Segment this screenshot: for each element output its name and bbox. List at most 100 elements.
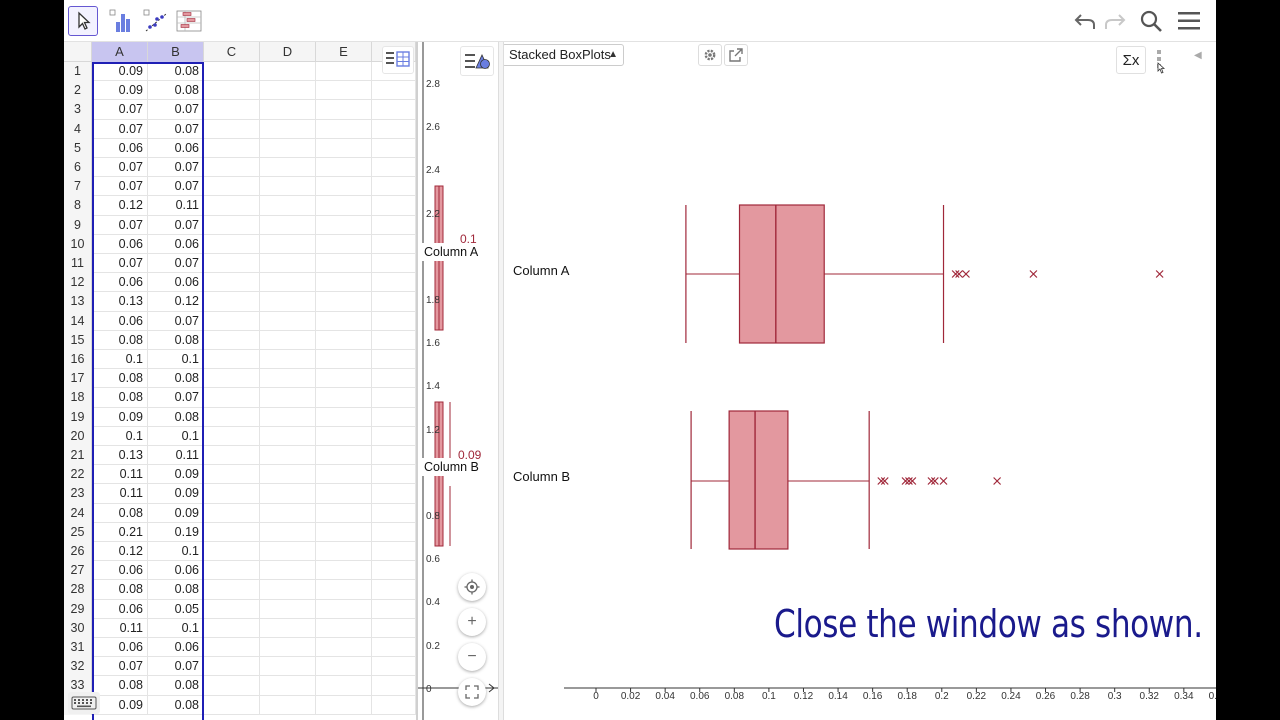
row-number[interactable]: 3 xyxy=(64,100,92,120)
row-number[interactable]: 24 xyxy=(64,503,92,523)
row-number[interactable]: 23 xyxy=(64,484,92,504)
empty-cell[interactable] xyxy=(260,177,316,197)
empty-cell[interactable] xyxy=(260,426,316,446)
empty-cell[interactable] xyxy=(204,330,260,350)
cell-a[interactable]: 0.08 xyxy=(92,369,148,389)
cell-a[interactable]: 0.07 xyxy=(92,215,148,235)
empty-cell[interactable] xyxy=(316,522,372,542)
empty-cell[interactable] xyxy=(316,446,372,466)
cell-a[interactable]: 0.08 xyxy=(92,330,148,350)
empty-cell[interactable] xyxy=(316,196,372,216)
empty-cell[interactable] xyxy=(204,446,260,466)
empty-cell[interactable] xyxy=(204,100,260,120)
empty-cell[interactable] xyxy=(204,695,260,715)
empty-cell[interactable] xyxy=(260,138,316,158)
empty-cell[interactable] xyxy=(204,215,260,235)
empty-cell[interactable] xyxy=(204,62,260,82)
empty-cell[interactable] xyxy=(260,618,316,638)
cell-b[interactable]: 0.07 xyxy=(148,215,204,235)
empty-cell[interactable] xyxy=(204,542,260,562)
empty-cell[interactable] xyxy=(204,254,260,274)
cell-b[interactable]: 0.08 xyxy=(148,330,204,350)
empty-cell[interactable] xyxy=(316,100,372,120)
empty-cell[interactable] xyxy=(260,522,316,542)
row-number[interactable]: 7 xyxy=(64,177,92,197)
empty-cell[interactable] xyxy=(372,426,416,446)
row-number[interactable]: 19 xyxy=(64,407,92,427)
row-number[interactable]: 31 xyxy=(64,638,92,658)
cell-a[interactable]: 0.11 xyxy=(92,465,148,485)
cell-a[interactable]: 0.11 xyxy=(92,618,148,638)
zoom-out-button[interactable]: − xyxy=(458,643,486,671)
empty-cell[interactable] xyxy=(372,350,416,370)
cell-b[interactable]: 0.07 xyxy=(148,119,204,139)
plot-settings-button[interactable] xyxy=(698,44,722,66)
empty-cell[interactable] xyxy=(260,119,316,139)
empty-cell[interactable] xyxy=(316,561,372,581)
row-number[interactable]: 21 xyxy=(64,446,92,466)
empty-cell[interactable] xyxy=(372,599,416,619)
cell-b[interactable]: 0.07 xyxy=(148,657,204,677)
spreadsheet-style-bar-button[interactable] xyxy=(382,46,414,74)
empty-cell[interactable] xyxy=(372,484,416,504)
column-header-e[interactable]: E xyxy=(316,42,372,62)
empty-cell[interactable] xyxy=(204,676,260,696)
empty-cell[interactable] xyxy=(372,119,416,139)
empty-cell[interactable] xyxy=(204,407,260,427)
empty-cell[interactable] xyxy=(372,695,416,715)
empty-cell[interactable] xyxy=(316,599,372,619)
row-number[interactable]: 22 xyxy=(64,465,92,485)
empty-cell[interactable] xyxy=(316,426,372,446)
cell-a[interactable]: 0.07 xyxy=(92,158,148,178)
cell-a[interactable]: 0.08 xyxy=(92,503,148,523)
empty-cell[interactable] xyxy=(372,138,416,158)
empty-cell[interactable] xyxy=(260,350,316,370)
empty-cell[interactable] xyxy=(372,81,416,101)
empty-cell[interactable] xyxy=(204,599,260,619)
graphics-style-bar-button[interactable] xyxy=(460,46,494,76)
cell-b[interactable]: 0.07 xyxy=(148,100,204,120)
cell-a[interactable]: 0.08 xyxy=(92,580,148,600)
empty-cell[interactable] xyxy=(372,407,416,427)
empty-cell[interactable] xyxy=(204,503,260,523)
cell-a[interactable]: 0.12 xyxy=(92,196,148,216)
show-statistics-button[interactable]: Σx xyxy=(1116,46,1146,74)
empty-cell[interactable] xyxy=(260,292,316,312)
empty-cell[interactable] xyxy=(204,81,260,101)
cell-b[interactable]: 0.09 xyxy=(148,503,204,523)
empty-cell[interactable] xyxy=(260,599,316,619)
empty-cell[interactable] xyxy=(204,657,260,677)
fullscreen-button[interactable] xyxy=(458,678,486,706)
empty-cell[interactable] xyxy=(204,138,260,158)
empty-cell[interactable] xyxy=(372,100,416,120)
empty-cell[interactable] xyxy=(372,311,416,331)
cell-b[interactable]: 0.12 xyxy=(148,292,204,312)
two-variable-regression-button[interactable] xyxy=(140,6,170,36)
row-number[interactable]: 32 xyxy=(64,657,92,677)
empty-cell[interactable] xyxy=(316,618,372,638)
empty-cell[interactable] xyxy=(260,388,316,408)
row-number[interactable]: 27 xyxy=(64,561,92,581)
empty-cell[interactable] xyxy=(372,503,416,523)
empty-cell[interactable] xyxy=(204,196,260,216)
empty-cell[interactable] xyxy=(316,369,372,389)
row-number[interactable]: 15 xyxy=(64,330,92,350)
cell-b[interactable]: 0.09 xyxy=(148,484,204,504)
cell-a[interactable]: 0.07 xyxy=(92,254,148,274)
empty-cell[interactable] xyxy=(260,81,316,101)
empty-cell[interactable] xyxy=(316,484,372,504)
cell-a[interactable]: 0.13 xyxy=(92,446,148,466)
cell-b[interactable]: 0.07 xyxy=(148,158,204,178)
empty-cell[interactable] xyxy=(204,561,260,581)
empty-cell[interactable] xyxy=(260,676,316,696)
empty-cell[interactable] xyxy=(316,695,372,715)
row-number[interactable]: 1 xyxy=(64,62,92,82)
cell-b[interactable]: 0.06 xyxy=(148,273,204,293)
cell-b[interactable]: 0.1 xyxy=(148,426,204,446)
empty-cell[interactable] xyxy=(260,100,316,120)
cell-b[interactable]: 0.07 xyxy=(148,177,204,197)
empty-cell[interactable] xyxy=(372,196,416,216)
empty-cell[interactable] xyxy=(204,369,260,389)
row-number[interactable]: 14 xyxy=(64,311,92,331)
empty-cell[interactable] xyxy=(316,254,372,274)
